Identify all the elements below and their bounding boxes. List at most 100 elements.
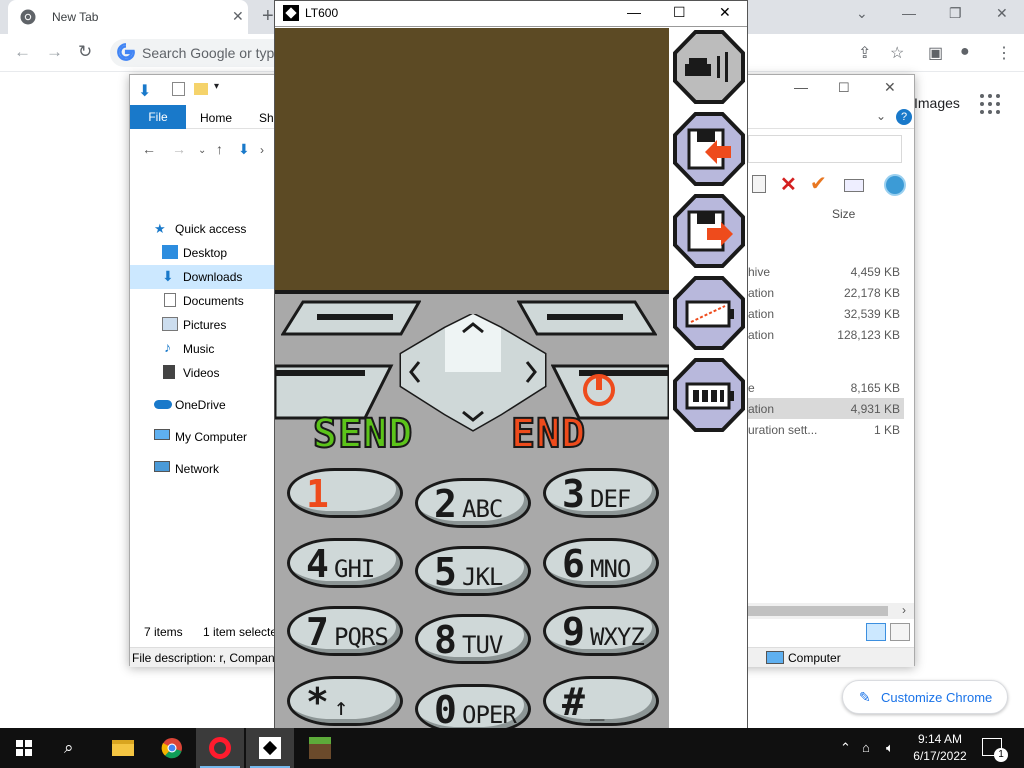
sidebar-item-network[interactable]: Network bbox=[130, 457, 275, 481]
bookmark-star-icon[interactable]: ☆ bbox=[890, 43, 904, 63]
details-view-icon[interactable] bbox=[866, 623, 886, 641]
key-8[interactable]: 8 TUV bbox=[415, 614, 531, 664]
file-row[interactable]: ation 128,123 KB bbox=[748, 324, 904, 345]
chrome-restore-button[interactable]: ❐ bbox=[949, 5, 962, 22]
file-name: ation bbox=[748, 307, 775, 321]
network-status-icon[interactable]: ⌂ bbox=[862, 740, 870, 755]
new-folder-icon[interactable] bbox=[194, 83, 208, 95]
end-label[interactable]: END bbox=[510, 410, 586, 458]
taskbar-opera[interactable] bbox=[196, 728, 244, 768]
search-button[interactable]: ⌕ bbox=[48, 728, 96, 768]
clipboard-icon[interactable] bbox=[752, 175, 766, 193]
sidebar-item-documents[interactable]: Documents bbox=[130, 289, 275, 313]
sidebar-item-downloads[interactable]: ⬇ Downloads bbox=[130, 265, 275, 289]
images-link[interactable]: Images bbox=[914, 95, 960, 111]
forward-icon[interactable]: → bbox=[46, 42, 63, 62]
side-button-1[interactable] bbox=[673, 30, 745, 104]
shell-icon[interactable] bbox=[884, 174, 906, 196]
tab-close-icon[interactable]: ✕ bbox=[232, 8, 244, 25]
file-row[interactable]: uration sett... 1 KB bbox=[748, 419, 904, 440]
start-button[interactable] bbox=[0, 728, 48, 768]
sidebar-item-desktop[interactable]: Desktop bbox=[130, 241, 275, 265]
lt600-close-button[interactable]: ✕ bbox=[719, 4, 731, 21]
back-icon[interactable]: ← bbox=[14, 42, 31, 62]
properties-icon[interactable] bbox=[172, 82, 185, 96]
key-hash[interactable]: # _ bbox=[543, 676, 659, 726]
side-button-load[interactable] bbox=[673, 112, 745, 186]
google-g-icon bbox=[117, 43, 135, 61]
show-hidden-icons-chevron[interactable]: ⌃ bbox=[840, 740, 851, 756]
explorer-close-button[interactable]: ✕ bbox=[884, 79, 896, 96]
key-star[interactable]: * ↑ bbox=[287, 676, 403, 726]
taskbar-minecraft[interactable] bbox=[296, 728, 344, 768]
large-icons-view-icon[interactable] bbox=[890, 623, 910, 641]
chrome-close-button[interactable]: ✕ bbox=[996, 5, 1008, 22]
delete-x-icon[interactable]: ✕ bbox=[780, 172, 797, 197]
share-icon[interactable]: ⇪ bbox=[858, 43, 871, 63]
file-size: 32,539 KB bbox=[843, 307, 900, 321]
scrollbar-thumb[interactable] bbox=[748, 606, 888, 616]
explorer-maximize-button[interactable]: ☐ bbox=[838, 80, 850, 96]
customize-chrome-button[interactable]: ✎ Customize Chrome bbox=[842, 680, 1008, 714]
lt600-maximize-button[interactable]: ☐ bbox=[673, 4, 686, 21]
key-6[interactable]: 6 MNO bbox=[543, 538, 659, 588]
key-0[interactable]: 0 OPER bbox=[415, 684, 531, 734]
send-label[interactable]: SEND bbox=[312, 410, 413, 458]
sidebar-item-my-computer[interactable]: My Computer bbox=[130, 425, 275, 449]
reload-icon[interactable]: ↻ bbox=[78, 42, 92, 62]
taskbar-lt600[interactable] bbox=[246, 728, 294, 768]
ribbon-expand-icon[interactable]: ⌄ bbox=[876, 109, 886, 123]
help-icon[interactable]: ? bbox=[896, 109, 912, 125]
key-4[interactable]: 4 GHI bbox=[287, 538, 403, 588]
sidebar-item-quick-access[interactable]: ★ Quick access bbox=[130, 217, 275, 241]
explorer-forward-icon[interactable]: → bbox=[172, 141, 186, 157]
horizontal-scrollbar[interactable] bbox=[748, 603, 914, 619]
ribbon-tab-home[interactable]: Home bbox=[200, 111, 232, 125]
new-tab-button[interactable]: + bbox=[262, 5, 274, 28]
chrome-dropdown-icon[interactable]: ⌄ bbox=[856, 5, 868, 22]
phone-screen[interactable] bbox=[275, 28, 669, 290]
key-2[interactable]: 2 ABC bbox=[415, 478, 531, 528]
key-7[interactable]: 7 PQRS bbox=[287, 606, 403, 656]
key-1[interactable]: 1 bbox=[287, 468, 403, 518]
recent-locations-icon[interactable]: ⌄ bbox=[198, 145, 206, 156]
volume-icon[interactable]: 🔈︎ bbox=[886, 740, 894, 756]
sidebar-item-videos[interactable]: Videos bbox=[130, 361, 275, 385]
file-row-selected[interactable]: ation 4,931 KB bbox=[748, 398, 904, 419]
explorer-minimize-button[interactable]: — bbox=[794, 79, 808, 95]
chrome-menu-icon[interactable]: ⋮ bbox=[996, 43, 1012, 63]
explorer-search-box[interactable] bbox=[748, 135, 902, 163]
side-button-save[interactable] bbox=[673, 194, 745, 268]
ribbon-tab-file[interactable]: File bbox=[130, 105, 186, 129]
scroll-right-icon[interactable]: › bbox=[902, 603, 906, 617]
file-row[interactable]: e 8,165 KB bbox=[748, 377, 904, 398]
sidepanel-icon[interactable]: ▣ bbox=[928, 43, 943, 63]
lt600-minimize-button[interactable]: — bbox=[627, 4, 641, 20]
key-5[interactable]: 5 JKL bbox=[415, 546, 531, 596]
sidebar-item-music[interactable]: ♪ Music bbox=[130, 337, 275, 361]
explorer-back-icon[interactable]: ← bbox=[142, 141, 156, 157]
key-9[interactable]: 9 WXYZ bbox=[543, 606, 659, 656]
sidebar-item-onedrive[interactable]: OneDrive bbox=[130, 393, 275, 417]
qat-dropdown-icon[interactable]: ▾ bbox=[214, 81, 219, 92]
chrome-minimize-button[interactable]: — bbox=[902, 5, 916, 21]
checkmark-icon[interactable]: ✔ bbox=[810, 171, 827, 196]
address-chevron-icon[interactable]: › bbox=[260, 143, 264, 157]
rename-icon[interactable] bbox=[844, 179, 864, 192]
size-column-header[interactable]: Size bbox=[832, 207, 855, 221]
file-row[interactable]: ation 22,178 KB bbox=[748, 282, 904, 303]
chrome-tab-new-tab[interactable]: New Tab ✕ bbox=[8, 0, 248, 34]
sidebar-item-pictures[interactable]: Pictures bbox=[130, 313, 275, 337]
profile-avatar-icon[interactable]: ● bbox=[960, 43, 970, 61]
clock[interactable]: 9:14 AM 6/17/2022 bbox=[910, 731, 970, 765]
key-3[interactable]: 3 DEF bbox=[543, 468, 659, 518]
file-row[interactable]: hive 4,459 KB bbox=[748, 261, 904, 282]
side-button-battery-full[interactable] bbox=[673, 358, 745, 432]
sidebar-label: Documents bbox=[183, 294, 244, 308]
side-button-battery-empty[interactable] bbox=[673, 276, 745, 350]
explorer-up-icon[interactable]: ↑ bbox=[216, 141, 223, 157]
google-apps-icon[interactable] bbox=[980, 94, 1000, 114]
file-row[interactable]: ation 32,539 KB bbox=[748, 303, 904, 324]
taskbar-chrome[interactable] bbox=[148, 728, 196, 768]
taskbar-file-explorer[interactable] bbox=[98, 728, 146, 768]
